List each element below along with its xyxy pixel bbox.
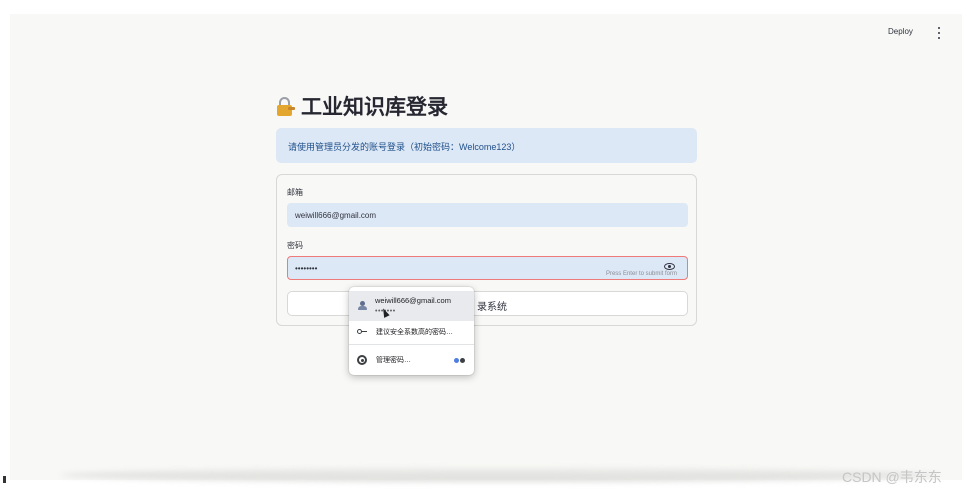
manage-passwords-option[interactable]: 管理密码… [349,351,474,369]
bottom-shadow [60,468,940,482]
password-input[interactable]: •••••••• Press Enter to submit form [287,256,688,280]
saved-credential-email: weiwill666@gmail.com [375,296,451,305]
password-label: 密码 [287,241,303,250]
email-input-value: weiwill666@gmail.com [295,210,377,220]
locked-with-key-icon [276,96,296,116]
manage-passwords-label: 管理密码… [376,357,411,364]
deploy-button[interactable]: Deploy [888,27,913,36]
key-toggle-icon [454,358,466,363]
saved-credential-option[interactable]: weiwill666@gmail.com ••••••• [349,291,474,321]
password-manager-icon [357,355,367,365]
user-icon [357,301,367,311]
more-menu-icon[interactable] [935,27,943,39]
login-form: 邮箱 weiwill666@gmail.com 密码 •••••••• Pres… [276,174,697,326]
show-password-eye-icon[interactable] [664,263,675,270]
login-submit-button[interactable]: 录系统 [287,291,688,316]
suggest-password-option[interactable]: 建议安全系数高的密码… [349,323,474,341]
corner-mark [3,476,6,483]
info-alert: 请使用管理员分发的账号登录（初始密码：Welcome123） [276,128,697,163]
page-title-text: 工业知识库登录 [301,95,448,119]
popup-divider [349,344,474,345]
login-submit-label: 录系统 [477,302,507,313]
password-autofill-popup: weiwill666@gmail.com ••••••• 建议安全系数高的密码…… [349,287,474,375]
watermark: CSDN @韦东东 [842,469,942,485]
suggest-password-label: 建议安全系数高的密码… [376,329,453,336]
submit-hint: Press Enter to submit form [605,271,677,277]
email-label: 邮箱 [287,188,303,197]
page-title: 工业知识库登录 [276,91,448,121]
email-input[interactable]: weiwill666@gmail.com [287,203,688,227]
key-icon [357,327,367,337]
password-input-value: •••••••• [295,263,318,273]
